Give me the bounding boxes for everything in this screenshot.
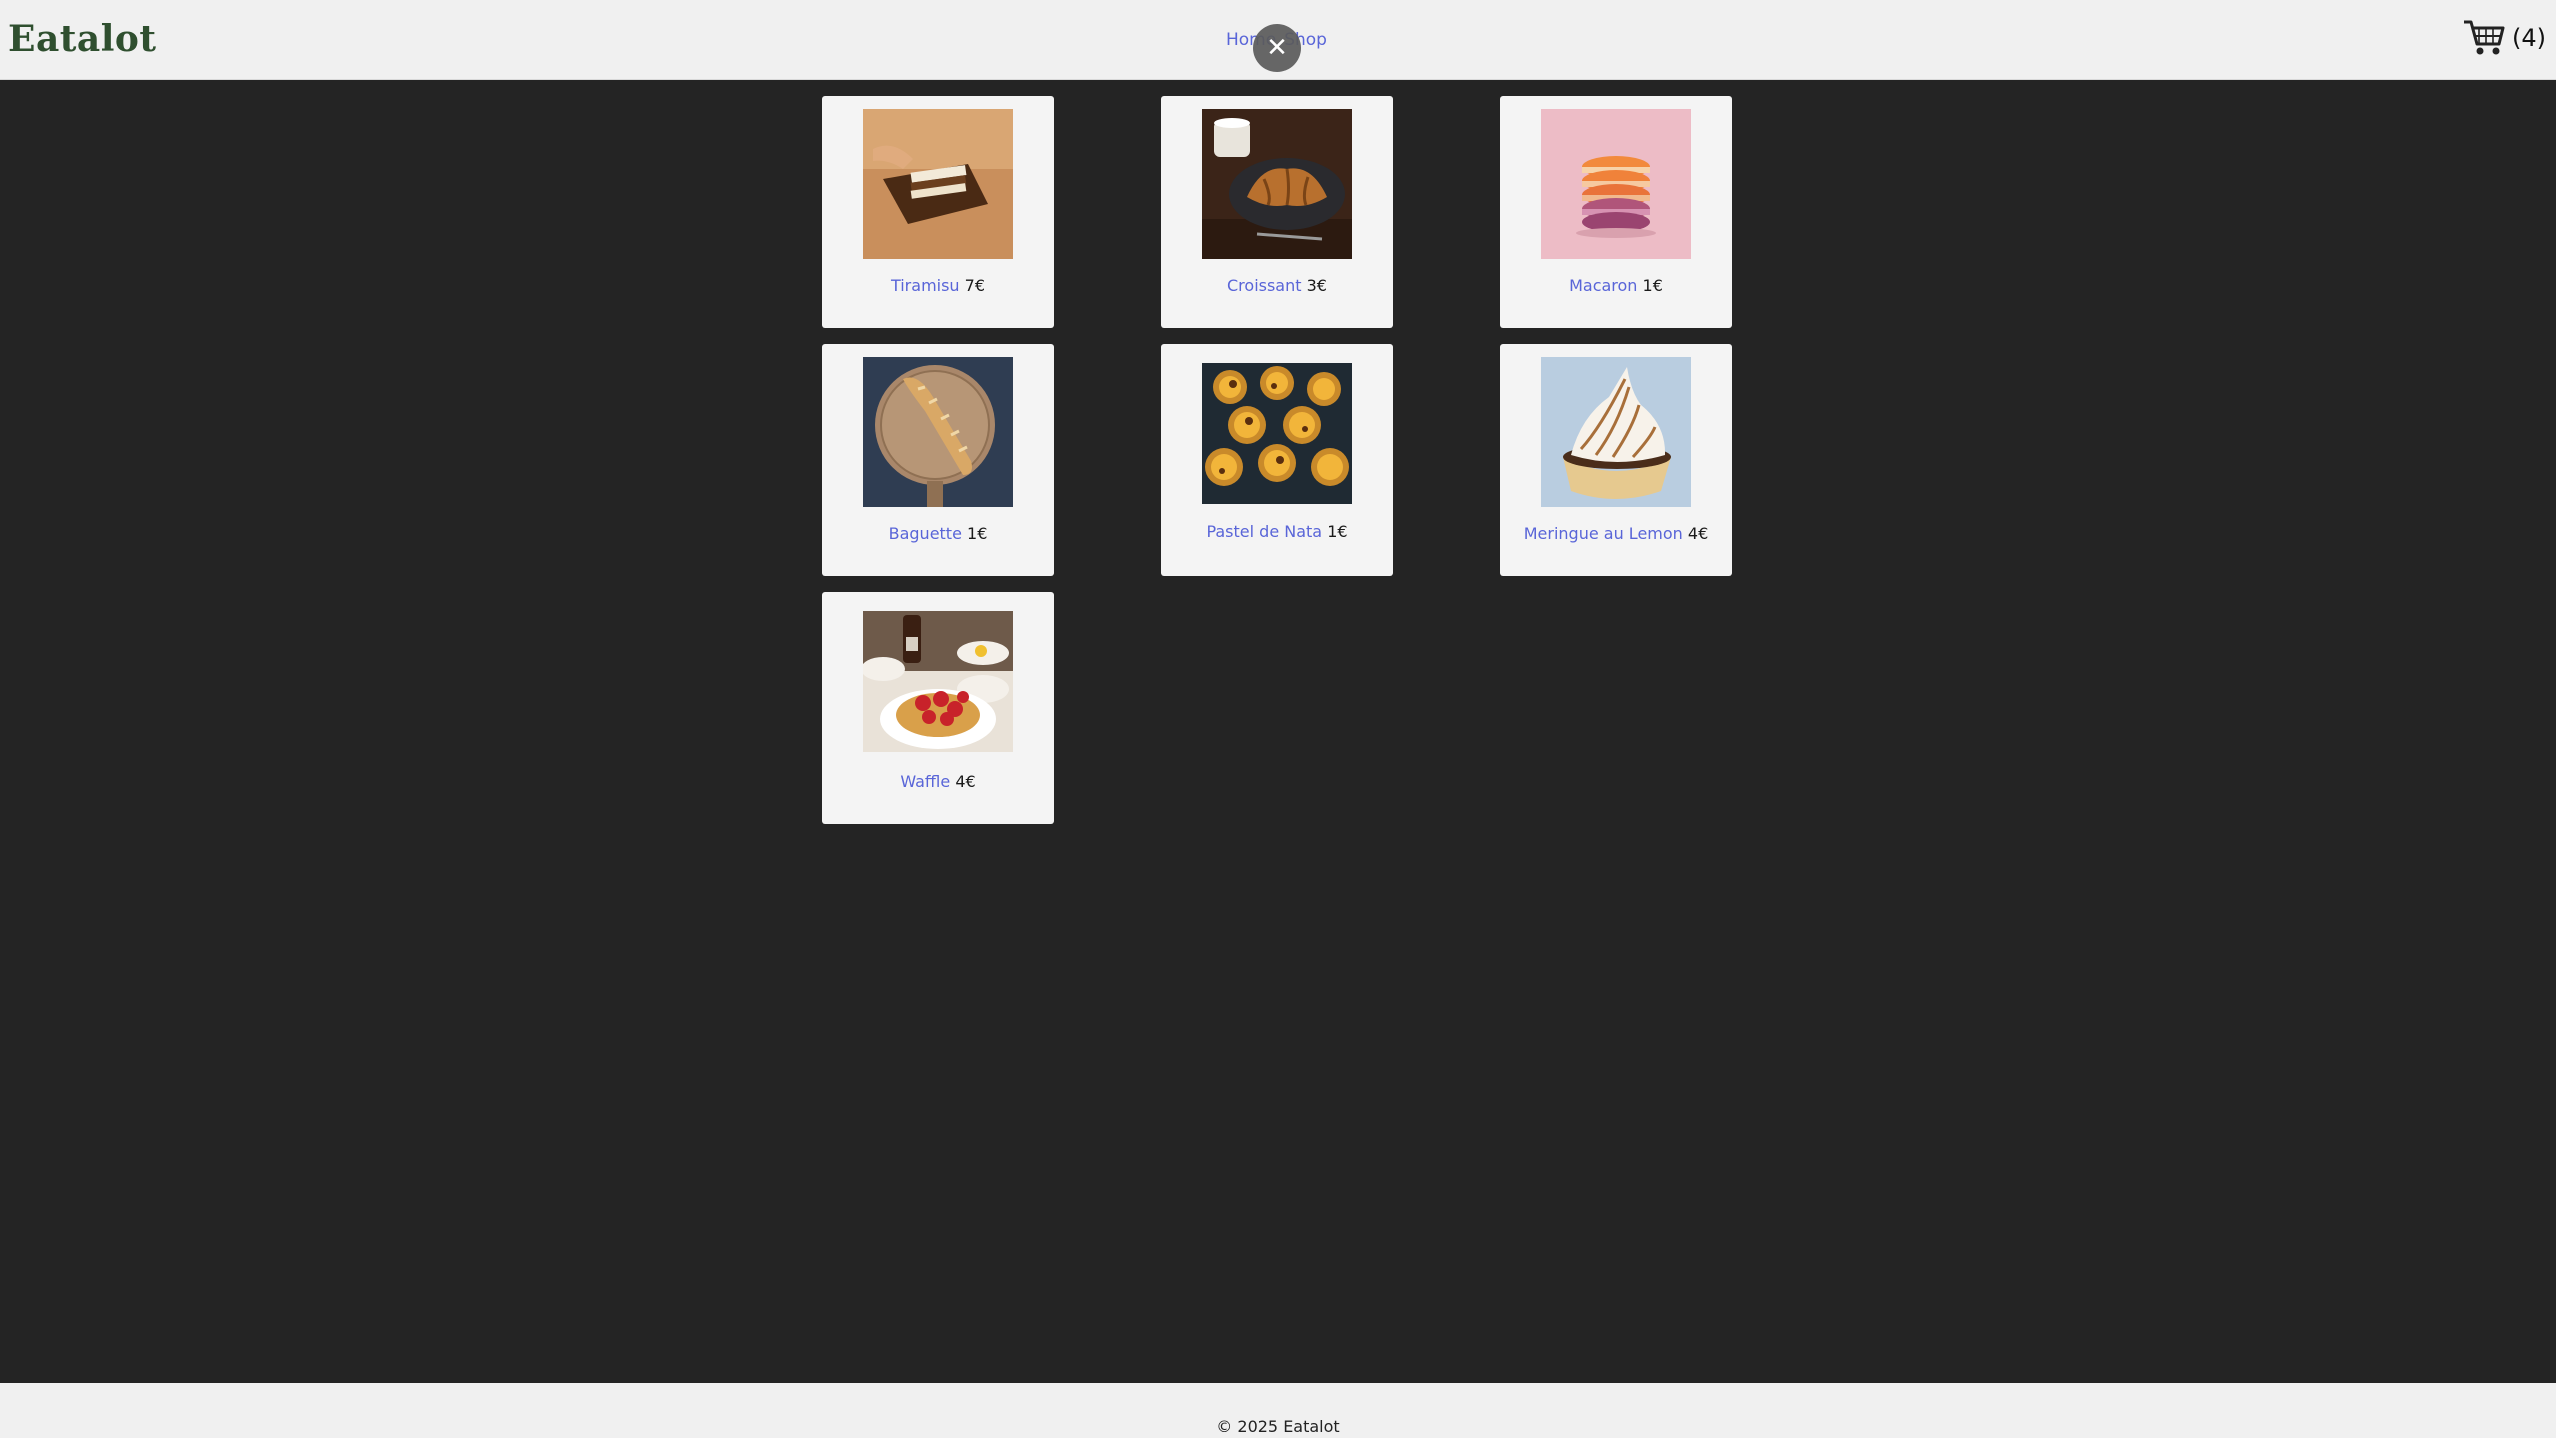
waffle-image — [863, 611, 1013, 752]
product-caption: Waffle 4€ — [822, 772, 1054, 791]
product-caption: Pastel de Nata 1€ — [1161, 522, 1393, 541]
top-header: Eatalot Home Shop ✕ (4) — [0, 0, 2556, 80]
product-link-tiramisu[interactable]: Tiramisu — [891, 276, 960, 295]
product-caption: Tiramisu 7€ — [822, 276, 1054, 295]
product-caption: Meringue au Lemon 4€ — [1500, 524, 1732, 543]
cart-count: (4) — [2512, 24, 2546, 52]
cart-button[interactable]: (4) — [2462, 18, 2546, 58]
product-thumbnail[interactable] — [1541, 109, 1691, 259]
product-price: 1€ — [1327, 522, 1348, 541]
product-card: Macaron 1€ — [1500, 96, 1732, 328]
product-caption: Baguette 1€ — [822, 524, 1054, 543]
product-caption: Macaron 1€ — [1500, 276, 1732, 295]
product-link-macaron[interactable]: Macaron — [1569, 276, 1637, 295]
product-card: Waffle 4€ — [822, 592, 1054, 824]
product-thumbnail[interactable] — [863, 608, 1013, 752]
product-price: 3€ — [1306, 276, 1327, 295]
product-price: 1€ — [1642, 276, 1663, 295]
meringue-image — [1541, 357, 1691, 507]
product-card: Tiramisu 7€ — [822, 96, 1054, 328]
product-price: 4€ — [955, 772, 976, 791]
product-thumbnail[interactable] — [1202, 109, 1352, 259]
product-price: 1€ — [967, 524, 988, 543]
product-thumbnail[interactable] — [1202, 360, 1352, 504]
baguette-image — [863, 357, 1013, 507]
tiramisu-image — [863, 109, 1013, 259]
product-caption: Croissant 3€ — [1161, 276, 1393, 295]
product-thumbnail[interactable] — [863, 357, 1013, 507]
macaron-image — [1541, 109, 1691, 259]
product-thumbnail[interactable] — [863, 109, 1013, 259]
product-link-pastel-de-nata[interactable]: Pastel de Nata — [1206, 522, 1322, 541]
product-card: Croissant 3€ — [1161, 96, 1393, 328]
product-card: Meringue au Lemon 4€ — [1500, 344, 1732, 576]
page-footer: © 2025 Eatalot — [0, 1383, 2556, 1438]
pastel-de-nata-image — [1202, 363, 1352, 504]
footer-copyright: © 2025 Eatalot — [1216, 1417, 1340, 1436]
product-card: Pastel de Nata 1€ — [1161, 344, 1393, 576]
site-logo[interactable]: Eatalot — [8, 18, 157, 60]
product-price: 4€ — [1687, 524, 1709, 543]
product-link-waffle[interactable]: Waffle — [900, 772, 950, 791]
croissant-image — [1202, 109, 1352, 259]
product-card: Baguette 1€ — [822, 344, 1054, 576]
cart-icon — [2464, 20, 2505, 55]
close-overlay-button[interactable]: ✕ — [1253, 24, 1301, 72]
product-price: 7€ — [964, 276, 986, 295]
product-link-meringue-au-lemon[interactable]: Meringue au Lemon — [1524, 524, 1683, 543]
product-thumbnail[interactable] — [1541, 357, 1691, 507]
product-link-baguette[interactable]: Baguette — [889, 524, 962, 543]
product-link-croissant[interactable]: Croissant — [1227, 276, 1302, 295]
